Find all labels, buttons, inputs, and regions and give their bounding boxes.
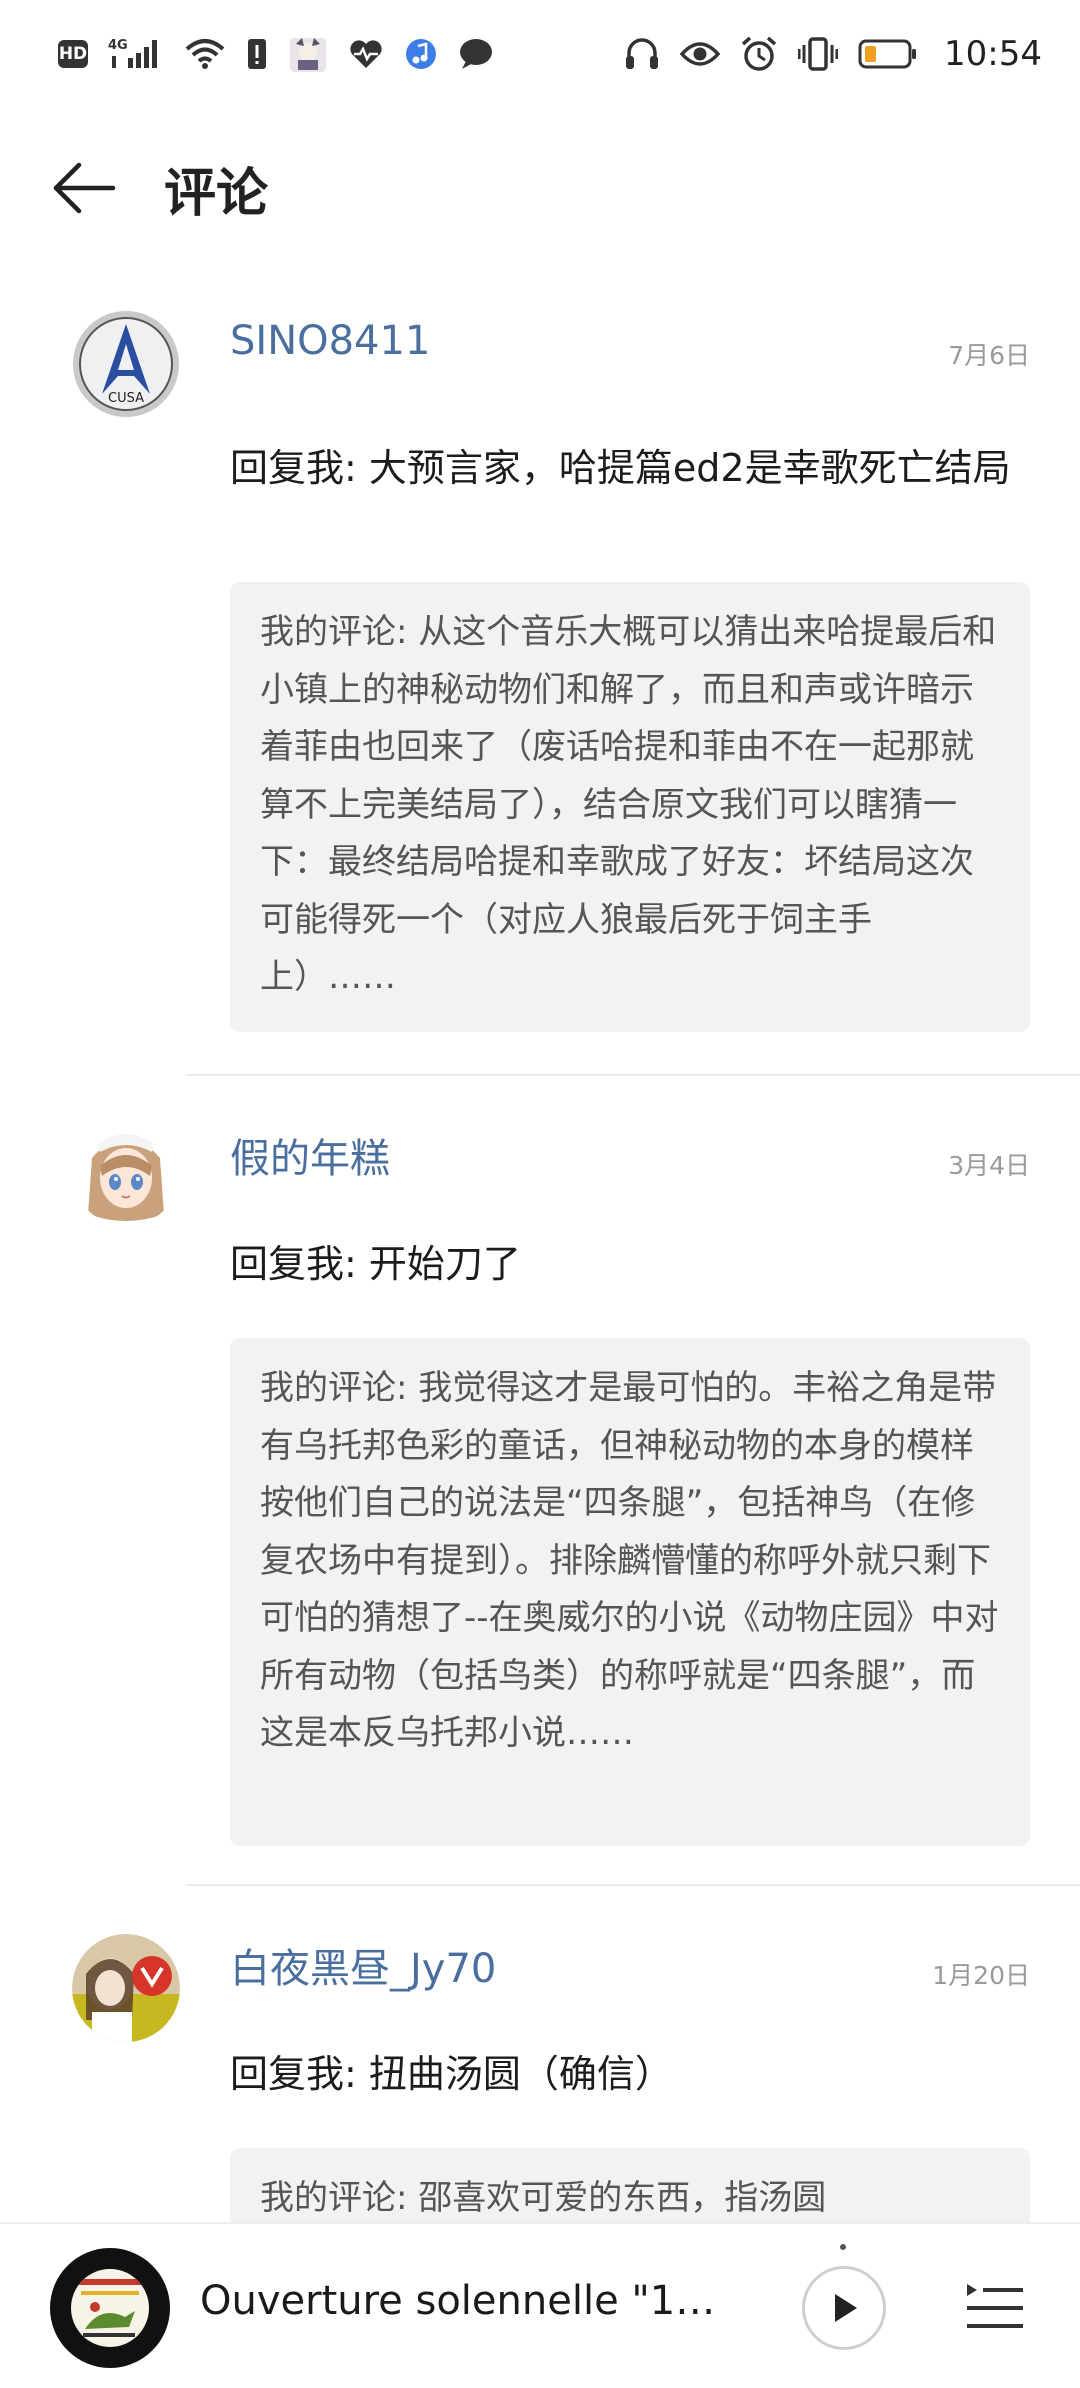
wifi-icon — [184, 37, 226, 71]
comment-reply[interactable]: 回复我: 扭曲汤圆（确信） — [230, 2044, 1030, 2105]
sim-alert-icon — [246, 37, 268, 71]
reply-text: 扭曲汤圆（确信） — [368, 2052, 673, 2096]
comment-username[interactable]: SINO8411 — [230, 318, 430, 364]
album-cover-image — [71, 2269, 149, 2347]
album-art[interactable] — [50, 2248, 170, 2368]
reply-text: 开始刀了 — [368, 1242, 521, 1286]
comment-date: 1月20日 — [932, 1961, 1030, 1990]
comment-username[interactable]: 假的年糕 — [230, 1126, 390, 1184]
avatar-anime-girl — [72, 1118, 180, 1226]
reply-prefix: 回复我: — [230, 1242, 357, 1286]
comment-reply[interactable]: 回复我: 大预言家，哈提篇ed2是幸歌死亡结局 — [230, 438, 1030, 499]
comment-reply[interactable]: 回复我: 开始刀了 — [230, 1234, 1030, 1295]
comment-item: 假的年糕 3月4日 回复我: 开始刀了 我的评论: 我觉得这才是最可怕的。丰裕之… — [0, 1076, 1080, 1886]
back-arrow-icon — [53, 162, 116, 214]
avatar-cusa-logo: CUSA — [73, 311, 179, 417]
status-bar: HD 4G 10:54 — [0, 0, 1080, 108]
quote-text: 邵喜欢可爱的东西，指汤圆 — [418, 2178, 827, 2218]
battery-icon — [858, 38, 918, 70]
vibrate-icon — [798, 36, 839, 72]
now-playing-title[interactable]: Ouverture solennelle "1… — [200, 2278, 715, 2324]
headphones-icon — [624, 37, 660, 71]
music-app-icon — [404, 37, 438, 71]
comment-item: CUSA SINO8411 7月6日 回复我: 大预言家，哈提篇ed2是幸歌死亡… — [0, 268, 1080, 1076]
quote-prefix: 我的评论: — [260, 1368, 408, 1408]
comment-username[interactable]: 白夜黑昼_Jy70 — [230, 1936, 496, 1994]
avatar[interactable] — [72, 1118, 180, 1226]
svg-text:CUSA: CUSA — [108, 391, 144, 406]
comment-date: 7月6日 — [948, 341, 1030, 370]
quote-text: 我觉得这才是最可怕的。丰裕之角是带有乌托邦色彩的童话，但神秘动物的本身的模样按他… — [260, 1368, 999, 1753]
status-left: HD 4G — [58, 34, 494, 74]
status-right: 10:54 — [624, 34, 1042, 74]
back-button[interactable] — [34, 138, 134, 238]
alarm-icon — [740, 36, 778, 72]
app-notification-icon — [288, 34, 328, 74]
mini-player[interactable]: Ouverture solennelle "1… — [0, 2222, 1080, 2388]
playlist-icon — [967, 2284, 1023, 2328]
svg-text:4G: 4G — [108, 38, 128, 53]
my-comment-quote[interactable]: 我的评论: 我觉得这才是最可怕的。丰裕之角是带有乌托邦色彩的童话，但神秘动物的本… — [230, 1338, 1030, 1846]
reply-prefix: 回复我: — [230, 2052, 357, 2096]
quote-prefix: 我的评论: — [260, 2178, 408, 2218]
comment-list[interactable]: CUSA SINO8411 7月6日 回复我: 大预言家，哈提篇ed2是幸歌死亡… — [0, 268, 1080, 2386]
quote-prefix: 我的评论: — [260, 612, 408, 652]
avatar[interactable] — [72, 1934, 180, 2042]
play-icon — [835, 2294, 857, 2322]
progress-indicator — [840, 2244, 846, 2250]
clock: 10:54 — [944, 34, 1042, 74]
health-icon — [348, 38, 384, 70]
reply-text: 大预言家，哈提篇ed2是幸歌死亡结局 — [368, 446, 1011, 490]
playlist-button[interactable] — [960, 2266, 1030, 2350]
avatar-character — [72, 1934, 180, 2042]
header: 评论 — [0, 108, 1080, 268]
message-icon — [458, 37, 494, 71]
reply-prefix: 回复我: — [230, 446, 357, 490]
hd-badge: HD — [58, 40, 88, 68]
my-comment-quote[interactable]: 我的评论: 从这个音乐大概可以猜出来哈提最后和小镇上的神秘动物们和解了，而且和声… — [230, 582, 1030, 1032]
eye-comfort-icon — [680, 40, 721, 68]
avatar[interactable]: CUSA — [72, 310, 180, 418]
comment-date: 3月4日 — [948, 1151, 1030, 1180]
page-title: 评论 — [164, 163, 269, 224]
play-button[interactable] — [802, 2266, 886, 2350]
signal-icon: 4G — [108, 36, 164, 72]
quote-text: 从这个音乐大概可以猜出来哈提最后和小镇上的神秘动物们和解了，而且和声或许暗示着菲… — [260, 612, 997, 997]
